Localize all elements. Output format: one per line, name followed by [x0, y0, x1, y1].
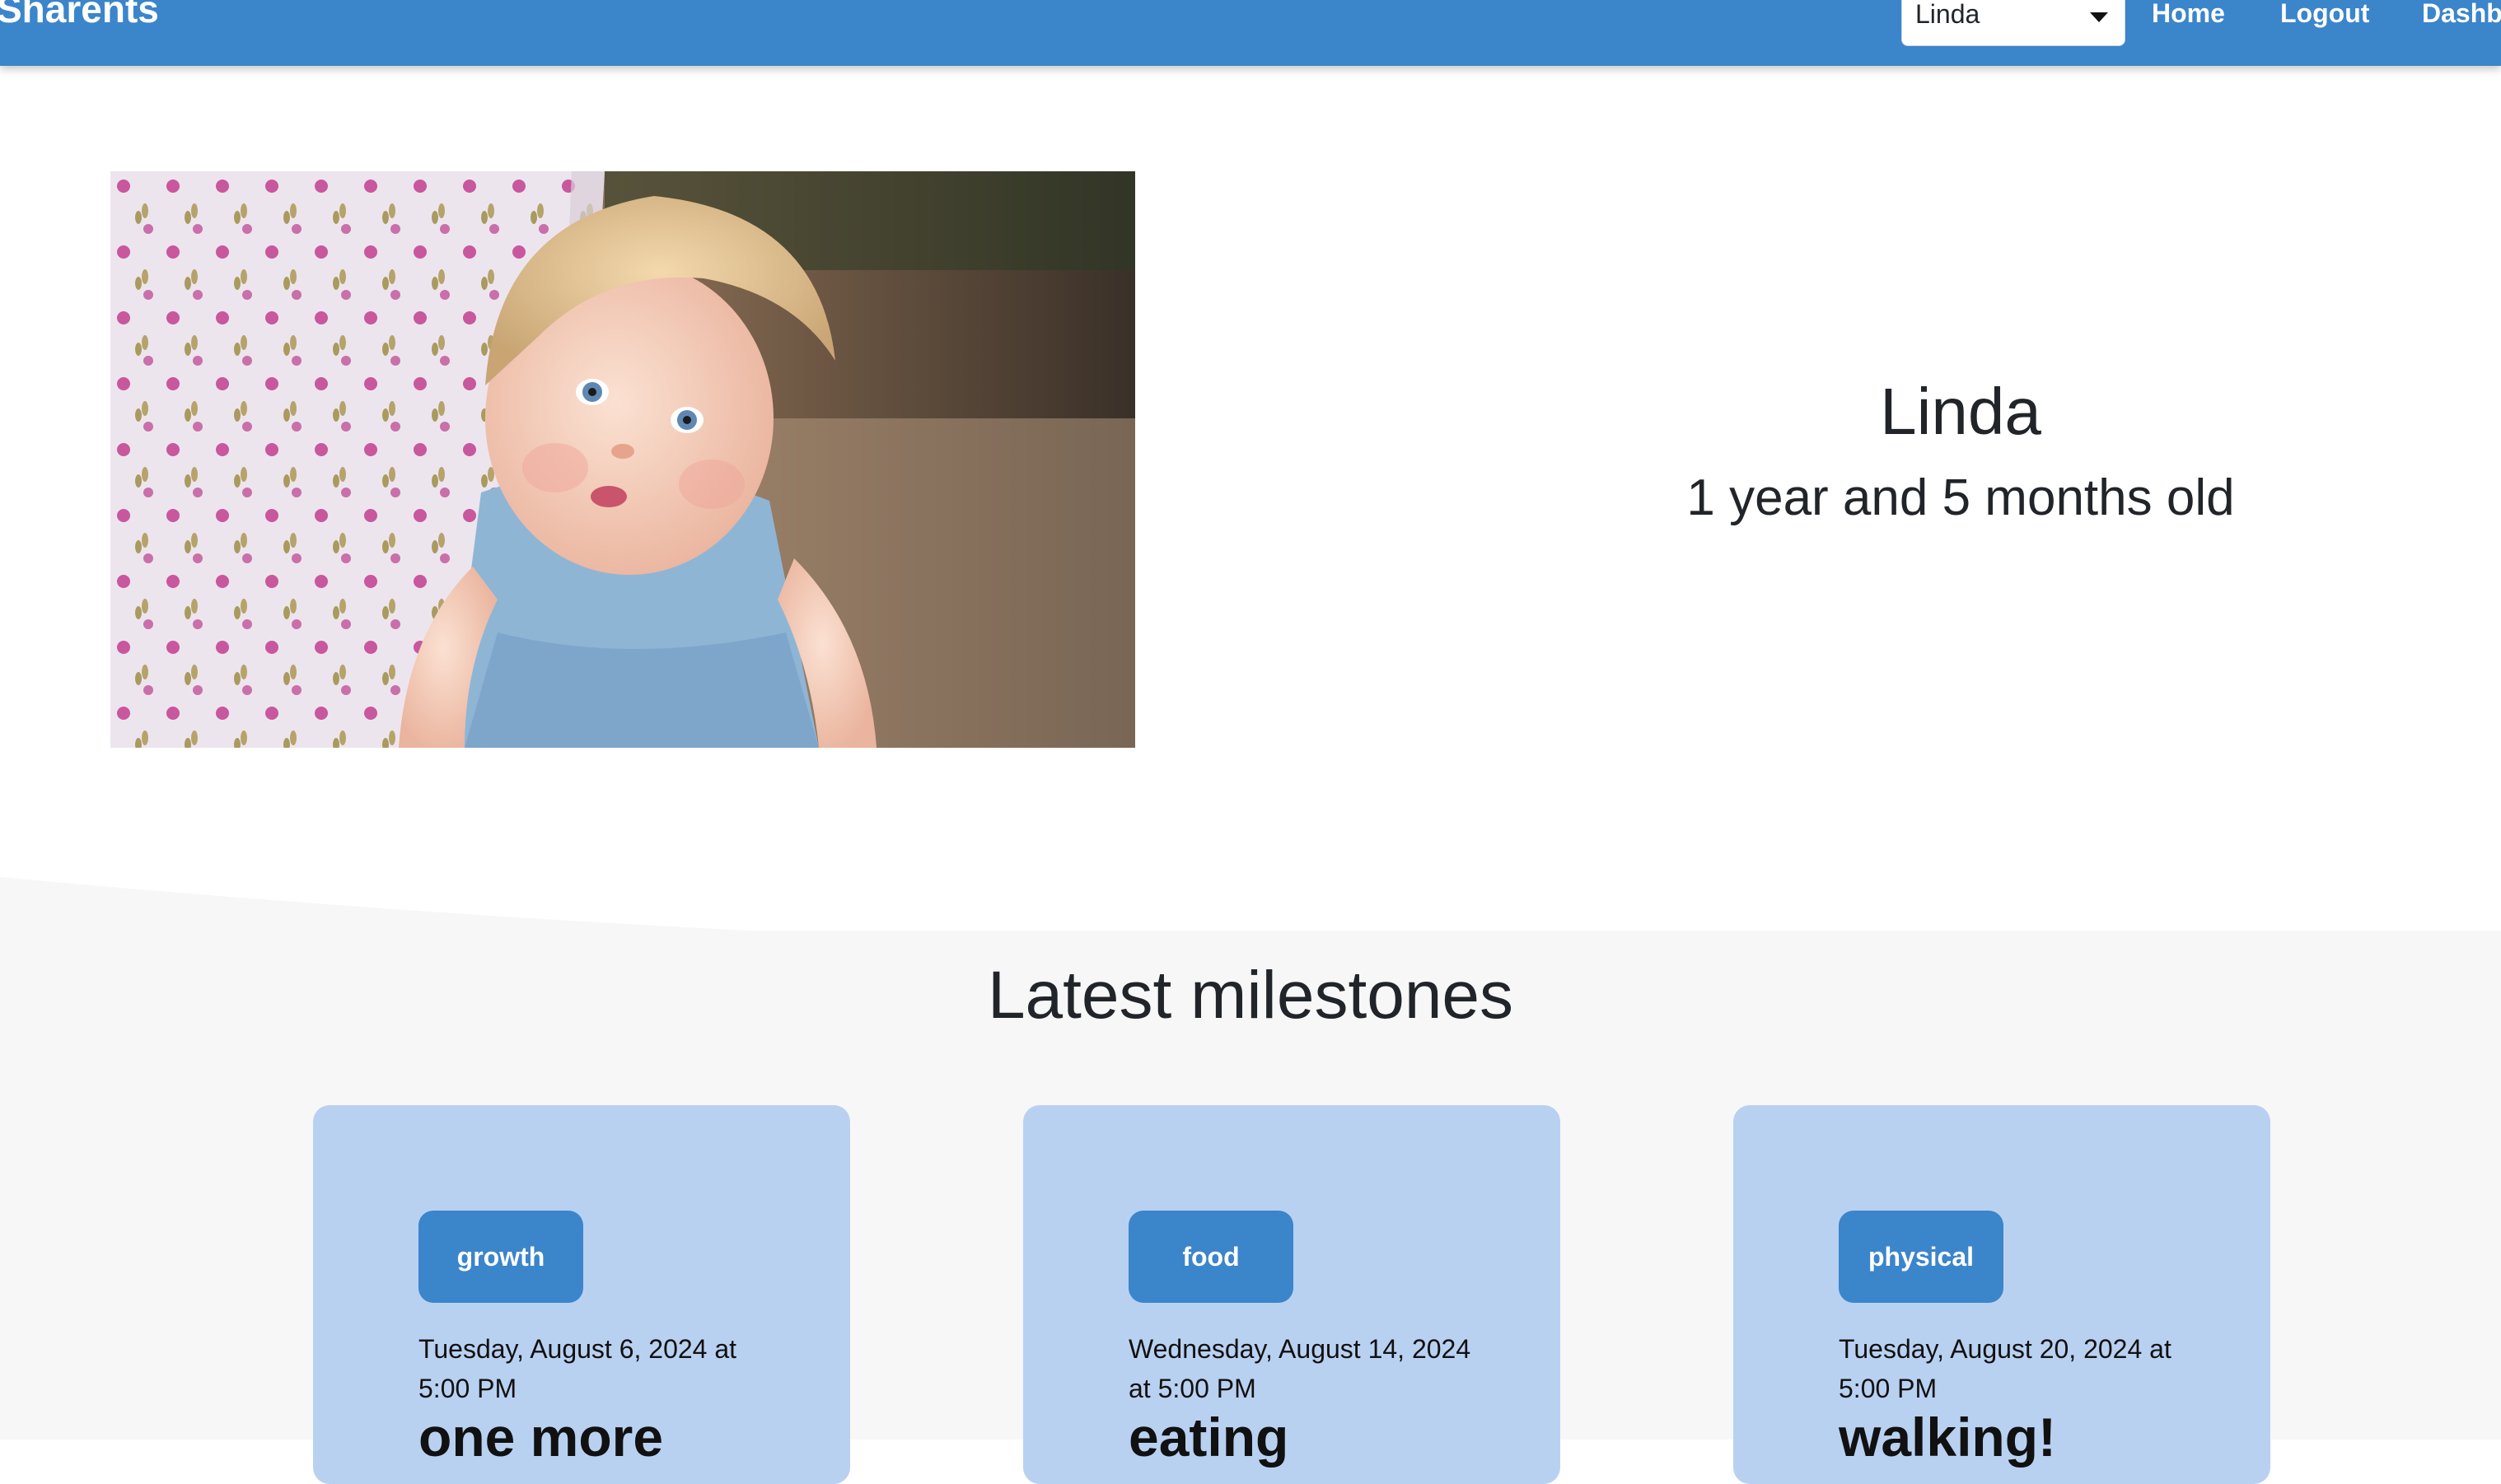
top-navbar: Sharents Linda Home Logout Dashb	[0, 0, 2501, 66]
milestone-title: one more	[418, 1407, 664, 1468]
category-badge[interactable]: growth	[418, 1211, 583, 1303]
milestone-date: Tuesday, August 6, 2024 at 5:00 PM	[418, 1334, 737, 1403]
section-title: Latest milestones	[987, 958, 1514, 1033]
milestone-card[interactable]: growth Tuesday, August 6, 2024 at 5:00 P…	[313, 1105, 850, 1484]
child-name: Linda	[1880, 375, 2041, 448]
milestone-date: Tuesday, August 20, 2024 at 5:00 PM	[1839, 1334, 2171, 1403]
nav-dashboard-link[interactable]: Dashb	[2422, 0, 2501, 26]
category-badge[interactable]: food	[1129, 1211, 1293, 1303]
baby-photo-icon	[110, 171, 1135, 748]
child-age: 1 year and 5 months old	[1686, 469, 2235, 526]
milestone-title: walking!	[1839, 1407, 2057, 1468]
milestone-title: eating	[1129, 1407, 1289, 1468]
child-selector[interactable]: Linda	[1901, 0, 2125, 46]
category-badge[interactable]: physical	[1839, 1211, 2003, 1303]
brand-logo[interactable]: Sharents	[0, 0, 159, 28]
nav-home-link[interactable]: Home	[2152, 0, 2225, 26]
chevron-down-icon	[2090, 12, 2108, 22]
milestone-card[interactable]: physical Tuesday, August 20, 2024 at 5:0…	[1733, 1105, 2270, 1484]
milestone-date: Wednesday, August 14, 2024 at 5:00 PM	[1129, 1334, 1471, 1403]
milestone-card[interactable]: food Wednesday, August 14, 2024 at 5:00 …	[1023, 1105, 1560, 1484]
child-photo	[110, 171, 1135, 748]
nav-logout-link[interactable]: Logout	[2280, 0, 2369, 26]
child-selector-value: Linda	[1915, 0, 1980, 29]
